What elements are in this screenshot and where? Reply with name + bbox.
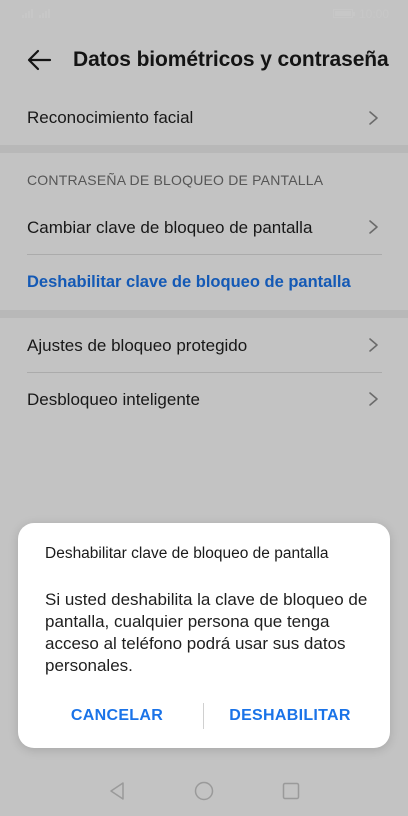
dialog-title: Deshabilitar clave de bloqueo de pantall…: [45, 545, 329, 562]
disable-button[interactable]: DESHABILITAR: [213, 701, 367, 731]
navigation-bar: [0, 766, 408, 816]
triangle-back-icon[interactable]: [108, 781, 126, 801]
button-divider: [203, 703, 204, 729]
cancel-button[interactable]: CANCELAR: [48, 701, 186, 731]
circle-home-icon[interactable]: [194, 781, 214, 801]
disable-lock-dialog: Deshabilitar clave de bloqueo de pantall…: [18, 523, 390, 748]
dialog-message: Si usted deshabilita la clave de bloqueo…: [45, 590, 368, 675]
square-recents-icon[interactable]: [282, 782, 300, 800]
dialog-button-row: CANCELAR DESHABILITAR: [18, 701, 390, 731]
